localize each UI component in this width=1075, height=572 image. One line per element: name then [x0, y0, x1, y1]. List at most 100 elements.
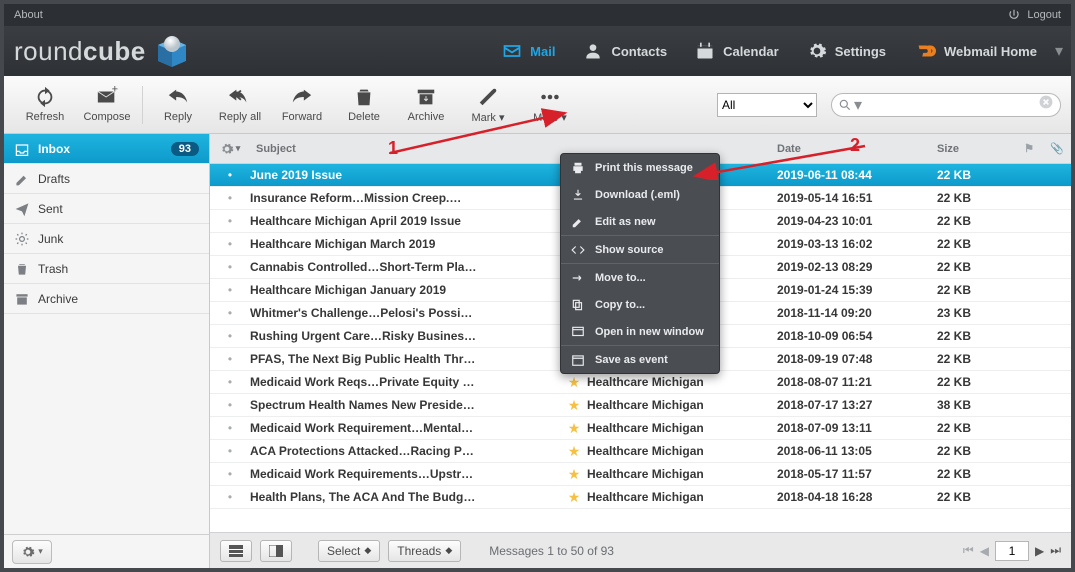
threads-menu[interactable]: Threads ◆ — [388, 540, 461, 562]
edit-icon — [571, 215, 585, 229]
ctx-open[interactable]: Open in new window — [561, 318, 719, 345]
calendar-icon — [571, 353, 585, 367]
nav-settings[interactable]: Settings — [793, 26, 900, 76]
page-first[interactable]: ⏮ — [963, 543, 974, 558]
star-icon[interactable]: ★ — [561, 466, 587, 483]
forward-button[interactable]: Forward — [271, 86, 333, 123]
search-box[interactable]: ▾ — [831, 93, 1061, 117]
folder-label: Trash — [38, 262, 68, 276]
message-subject: Healthcare Michigan April 2019 Issue — [250, 214, 561, 228]
reply-all-button[interactable]: Reply all — [209, 86, 271, 123]
refresh-button[interactable]: Refresh — [14, 86, 76, 123]
nav-contacts[interactable]: Contacts — [569, 26, 681, 76]
nav-settings-label: Settings — [835, 44, 886, 59]
star-icon[interactable]: ★ — [561, 489, 587, 506]
message-row[interactable]: •ACA Protections Attacked…Racing P…★Heal… — [210, 440, 1071, 463]
column-size[interactable]: Size — [937, 143, 1015, 155]
ctx-save-event[interactable]: Save as event — [561, 346, 719, 373]
nav-mail[interactable]: Mail — [488, 26, 569, 76]
ctx-copy[interactable]: Copy to... — [561, 291, 719, 318]
refresh-label: Refresh — [26, 111, 65, 123]
message-date: 2018-06-11 13:05 — [777, 444, 937, 458]
message-subject: ACA Protections Attacked…Racing P… — [250, 444, 561, 458]
search-input[interactable] — [864, 98, 1038, 112]
read-dot: • — [210, 214, 250, 228]
nav-calendar[interactable]: Calendar — [681, 26, 793, 76]
column-flag[interactable]: ⚑ — [1015, 142, 1043, 155]
column-attachment[interactable]: 📎 — [1043, 142, 1071, 155]
folder-label: Junk — [38, 232, 63, 246]
message-row[interactable]: •Health Plans, The ACA And The Budg…★Hea… — [210, 486, 1071, 509]
more-button[interactable]: More ▾ — [519, 86, 581, 124]
message-date: 2018-04-18 16:28 — [777, 490, 937, 504]
read-dot: • — [210, 490, 250, 504]
read-dot: • — [210, 306, 250, 320]
message-row[interactable]: •Medicaid Work Reqs…Private Equity …★Hea… — [210, 371, 1071, 394]
page-next[interactable]: ▶ — [1035, 544, 1044, 558]
star-icon[interactable]: ★ — [561, 397, 587, 414]
star-icon[interactable]: ★ — [561, 443, 587, 460]
folder-archive[interactable]: Archive — [4, 284, 209, 314]
ctx-edit[interactable]: Edit as new — [561, 208, 719, 235]
archive-button[interactable]: Archive — [395, 86, 457, 123]
message-row[interactable]: •Spectrum Health Names New Preside…★Heal… — [210, 394, 1071, 417]
compose-label: Compose — [83, 111, 130, 123]
message-row[interactable]: •Medicaid Work Requirements…Upstr…★Healt… — [210, 463, 1071, 486]
page-input[interactable] — [995, 541, 1029, 561]
page-prev[interactable]: ◀ — [980, 544, 989, 558]
message-subject: PFAS, The Next Big Public Health Thr… — [250, 352, 561, 366]
list-footer: Select ◆ Threads ◆ Messages 1 to 50 of 9… — [210, 532, 1071, 568]
message-subject: Medicaid Work Reqs…Private Equity … — [250, 375, 561, 389]
gear-icon — [21, 545, 35, 559]
delete-button[interactable]: Delete — [333, 86, 395, 123]
chevron-down-icon[interactable]: ▾ — [1055, 41, 1063, 61]
folder-trash[interactable]: Trash — [4, 254, 209, 284]
compose-button[interactable]: +Compose — [76, 86, 138, 123]
search-clear-icon[interactable] — [1038, 94, 1054, 115]
brand-text-2: cube — [83, 36, 146, 66]
message-date: 2018-10-09 06:54 — [777, 329, 937, 343]
about-link[interactable]: About — [14, 9, 43, 21]
ctx-download[interactable]: Download (.eml) — [561, 181, 719, 208]
reply-all-label: Reply all — [219, 111, 261, 123]
sidebar-settings-button[interactable]: ▾ — [12, 540, 52, 564]
page-last[interactable]: ⏭ — [1050, 543, 1061, 558]
folder-sent[interactable]: Sent — [4, 194, 209, 224]
read-dot: • — [210, 260, 250, 274]
ctx-move[interactable]: Move to... — [561, 264, 719, 291]
logout-button[interactable]: Logout — [1007, 8, 1061, 22]
message-date: 2019-04-23 10:01 — [777, 214, 937, 228]
message-from: Healthcare Michigan — [587, 398, 777, 412]
mark-button[interactable]: Mark ▾ — [457, 86, 519, 124]
folder-drafts[interactable]: Drafts — [4, 164, 209, 194]
list-options-button[interactable]: ▾ — [210, 142, 250, 156]
ctx-print[interactable]: Print this message — [561, 154, 719, 181]
star-icon[interactable]: ★ — [561, 420, 587, 437]
message-from: Healthcare Michigan — [587, 421, 777, 435]
message-row[interactable]: •Medicaid Work Requirement…Mental…★Healt… — [210, 417, 1071, 440]
nav-webmail-home[interactable]: Webmail Home — [900, 26, 1051, 76]
message-size: 22 KB — [937, 168, 1015, 182]
person-icon — [583, 41, 603, 61]
ctx-source[interactable]: Show source — [561, 236, 719, 263]
scope-select[interactable]: All — [717, 93, 817, 117]
message-from: Healthcare Michigan — [587, 444, 777, 458]
folder-junk[interactable]: Junk — [4, 224, 209, 254]
reply-label: Reply — [164, 111, 192, 123]
column-subject[interactable]: Subject — [250, 143, 561, 155]
star-icon[interactable]: ★ — [561, 374, 587, 391]
folder-inbox[interactable]: Inbox93 — [4, 134, 209, 164]
message-size: 22 KB — [937, 237, 1015, 251]
message-subject: Medicaid Work Requirements…Upstr… — [250, 467, 561, 481]
message-date: 2018-05-17 11:57 — [777, 467, 937, 481]
reply-button[interactable]: Reply — [147, 86, 209, 123]
search-dropdown-icon[interactable]: ▾ — [854, 95, 862, 115]
select-menu[interactable]: Select ◆ — [318, 540, 380, 562]
read-dot: • — [210, 467, 250, 481]
list-layout-button[interactable] — [220, 540, 252, 562]
message-from: Healthcare Michigan — [587, 375, 777, 389]
preview-icon — [269, 545, 283, 557]
message-size: 22 KB — [937, 421, 1015, 435]
preview-toggle-button[interactable] — [260, 540, 292, 562]
read-dot: • — [210, 352, 250, 366]
